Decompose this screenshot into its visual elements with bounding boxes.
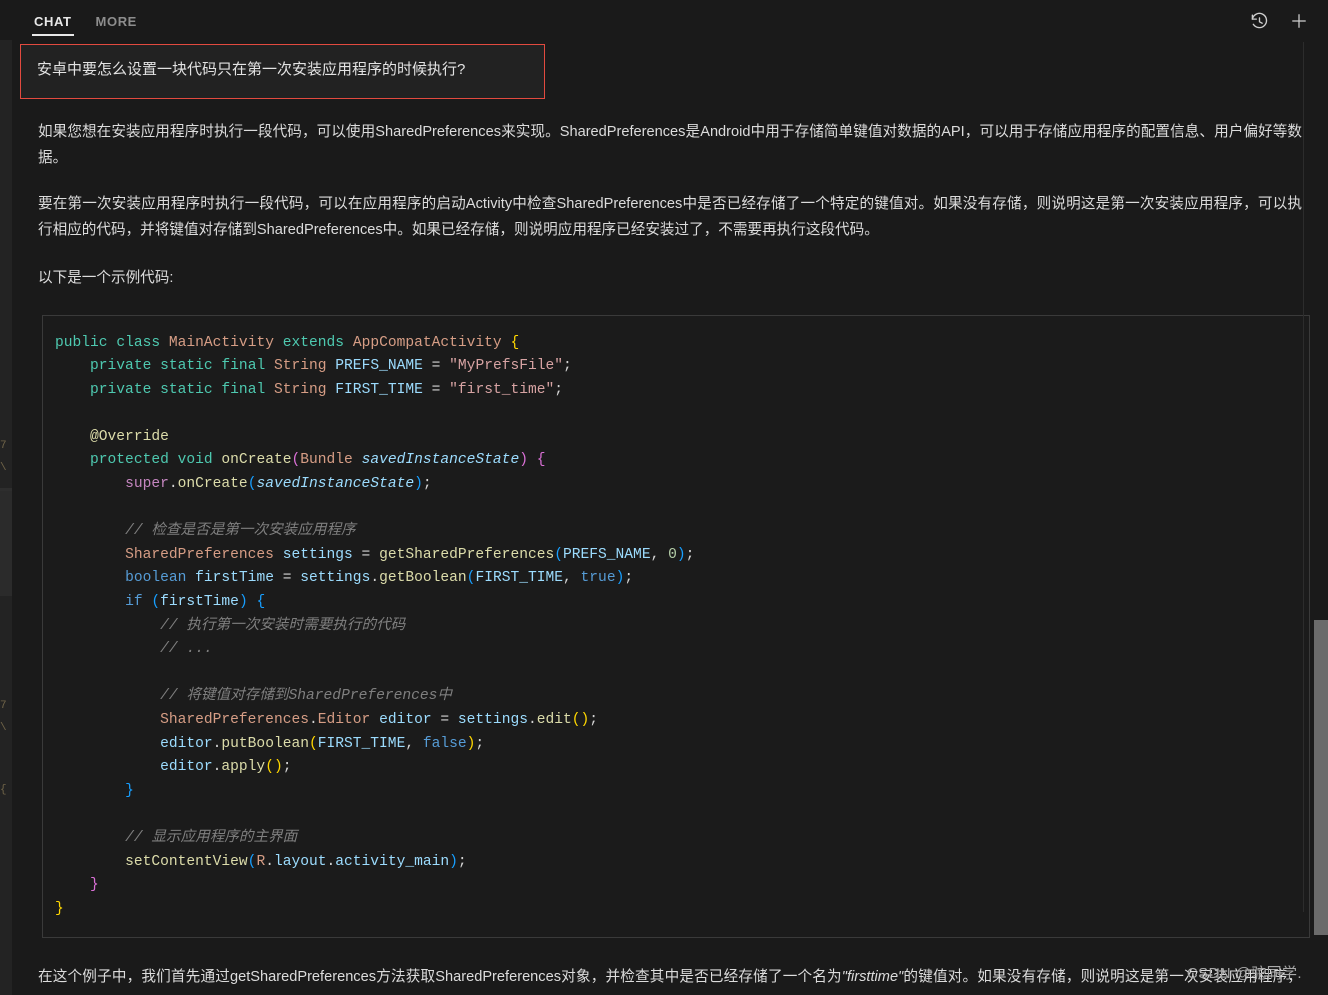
tab-more[interactable]: MORE xyxy=(84,0,149,42)
tab-more-label: MORE xyxy=(95,13,137,29)
answer-paragraph-2: 要在第一次安装应用程序时执行一段代码，可以在应用程序的启动Activity中检查… xyxy=(38,195,1302,238)
history-icon[interactable] xyxy=(1246,8,1272,34)
scrollbar-track[interactable] xyxy=(1314,42,1328,995)
left-edge-rail: 7 \ 7 \ { xyxy=(0,0,12,995)
closing-part-1: 在这个例子中，我们首先通过getSharedPreferences方法获取Sha… xyxy=(38,969,842,986)
scrollbar-thumb[interactable] xyxy=(1314,620,1328,935)
user-question-text: 安卓中要怎么设置一块代码只在第一次安装应用程序的时候执行? xyxy=(37,61,466,78)
answer-paragraph-3: 以下是一个示例代码: xyxy=(38,269,174,286)
header-actions xyxy=(1246,8,1328,34)
rail-ghost-glyph-1: 7 xyxy=(0,440,7,452)
conversation-body: 安卓中要怎么设置一块代码只在第一次安装应用程序的时候执行? 如果您想在安装应用程… xyxy=(12,42,1328,995)
closing-quoted-key: "firsttime" xyxy=(841,969,904,986)
rail-strip-mid xyxy=(0,491,12,596)
rail-ghost-glyph-2: \ xyxy=(0,462,7,474)
rail-ghost-glyph-4: \ xyxy=(0,722,7,734)
plus-icon[interactable] xyxy=(1286,8,1312,34)
panel-header: CHAT MORE xyxy=(12,0,1328,42)
tab-chat[interactable]: CHAT xyxy=(22,0,84,42)
rail-strip-top xyxy=(0,0,12,40)
tab-chat-label: CHAT xyxy=(34,13,72,29)
tab-bar: CHAT MORE xyxy=(22,0,149,42)
chat-panel-app: 7 \ 7 \ { CHAT MORE 安卓中要怎么设置一块代码只在第一次安装应… xyxy=(0,0,1328,995)
panel-edge-divider xyxy=(1303,42,1304,912)
assistant-answer: 如果您想在安装应用程序时执行一段代码，可以使用SharedPreferences… xyxy=(12,119,1328,291)
assistant-closing: 在这个例子中，我们首先通过getSharedPreferences方法获取Sha… xyxy=(12,964,1328,995)
answer-paragraph-1: 如果您想在安装应用程序时执行一段代码，可以使用SharedPreferences… xyxy=(38,123,1302,166)
closing-paragraph: 在这个例子中，我们首先通过getSharedPreferences方法获取Sha… xyxy=(38,964,1302,995)
code-block[interactable]: public class MainActivity extends AppCom… xyxy=(42,314,1310,939)
user-question-bubble: 安卓中要怎么设置一块代码只在第一次安装应用程序的时候执行? xyxy=(20,44,545,99)
rail-ghost-glyph-3: 7 xyxy=(0,700,7,712)
rail-ghost-glyph-5: { xyxy=(0,784,7,796)
code-content: public class MainActivity extends AppCom… xyxy=(55,334,695,917)
